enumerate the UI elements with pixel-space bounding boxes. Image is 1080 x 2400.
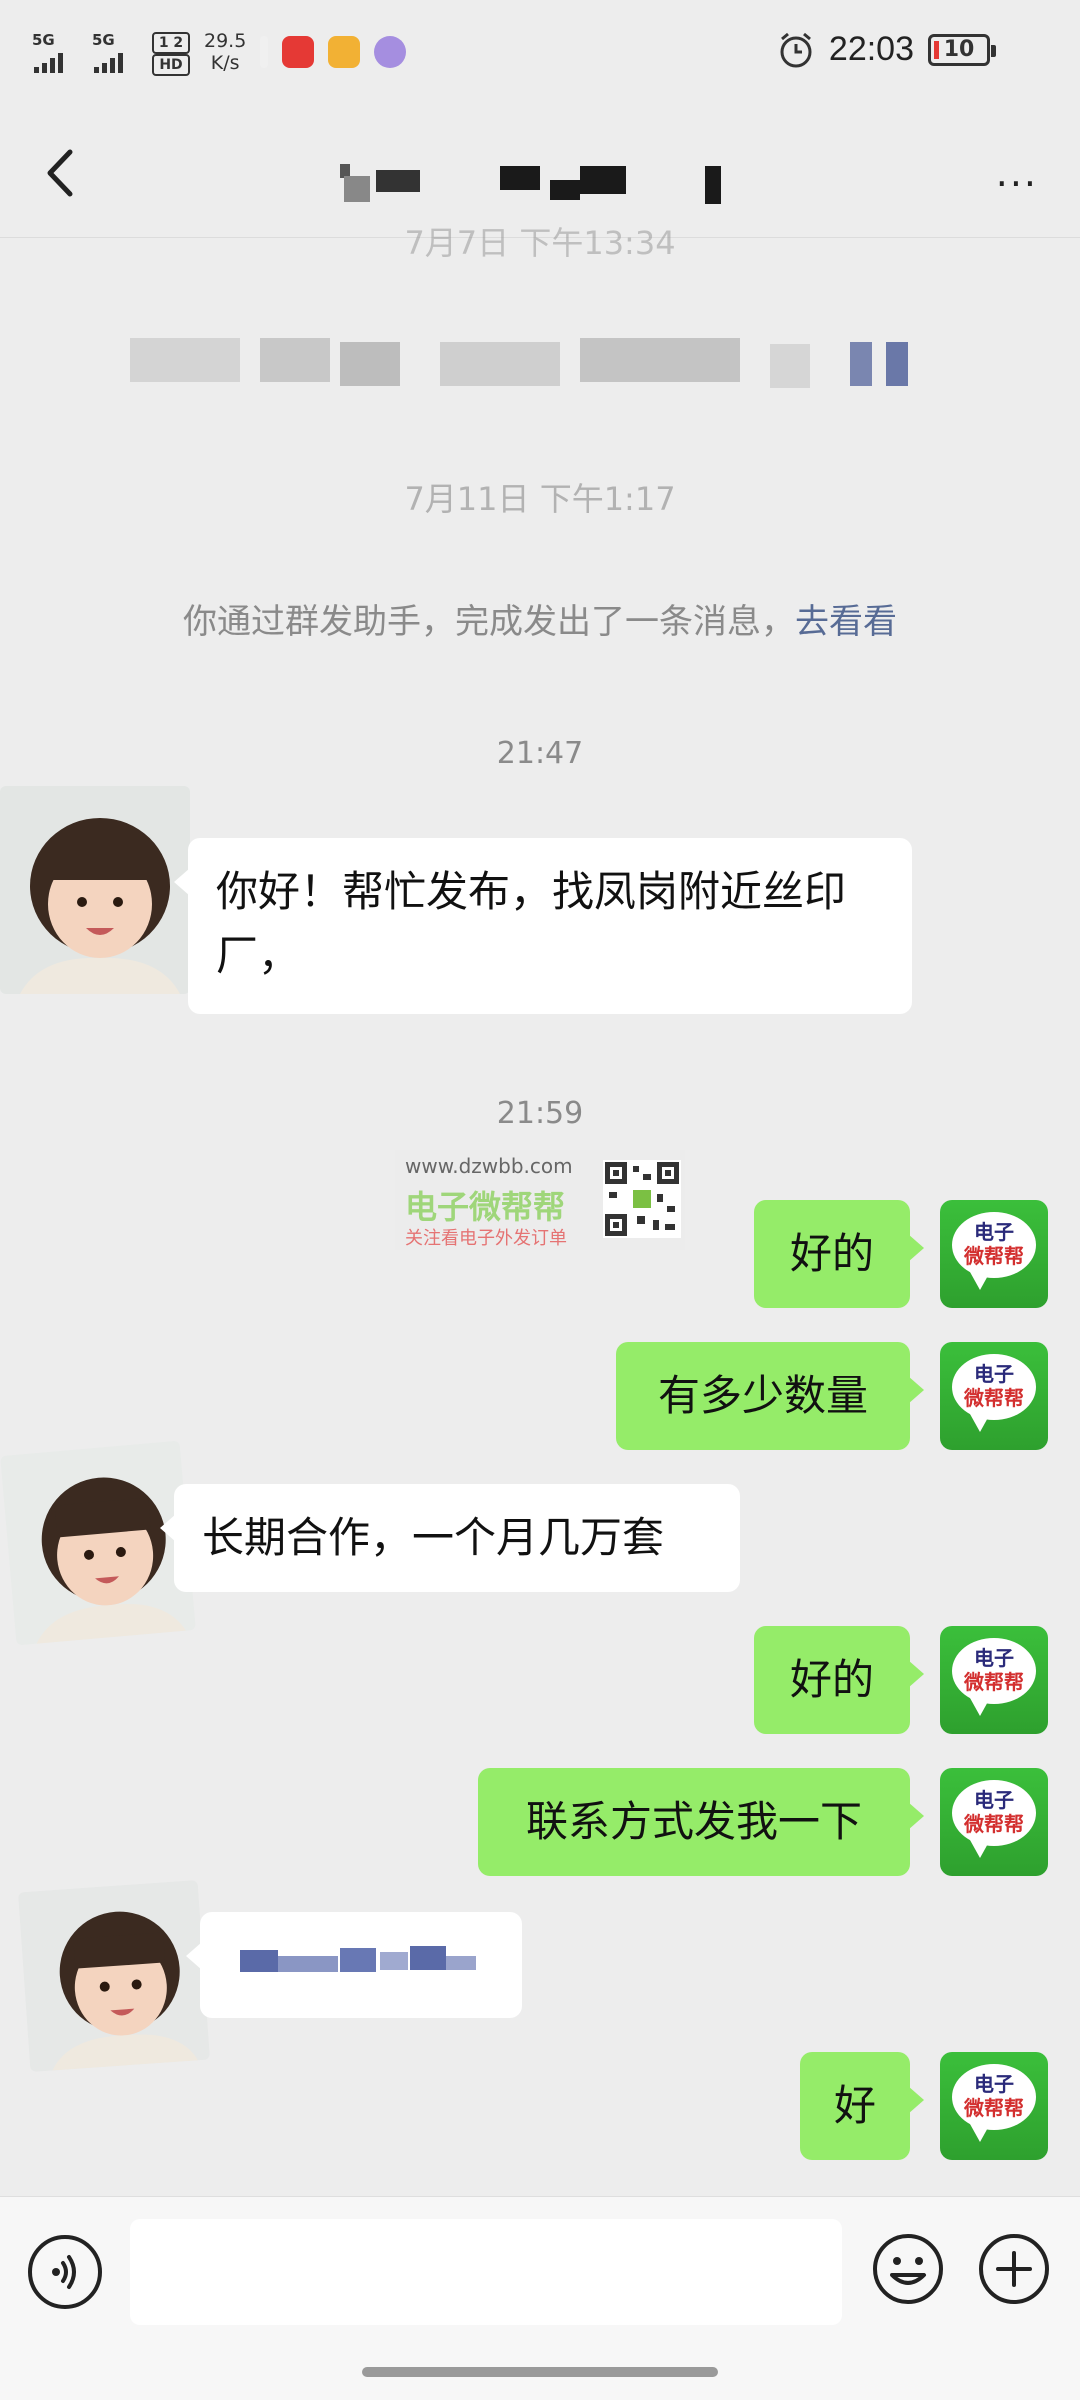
message-bubble-incoming-redacted[interactable] [186,1912,522,2018]
app-notification-icon [328,36,361,68]
contact-avatar[interactable] [17,1879,211,2073]
timestamp: 21:47 [496,736,584,771]
contact-avatar[interactable] [0,786,190,994]
app-notification-icon [374,36,407,68]
history-timestamp: 7月11日 下午1:17 [404,480,676,518]
more-options-button[interactable]: ··· [996,162,1038,206]
message-bubble-outgoing[interactable]: 好的 [754,1626,924,1734]
voice-input-button[interactable] [28,2235,102,2309]
plus-button[interactable] [976,2231,1052,2307]
back-arrow-icon[interactable] [40,146,80,200]
qr-code-icon [603,1160,681,1238]
app-notification-icon [282,36,315,68]
contact-avatar[interactable] [0,1440,196,1646]
timestamp: 21:59 [496,1096,584,1131]
signal-icon: 5G [32,31,78,73]
hd-icon: 1 2 HD [152,32,190,76]
signal-icon: 5G [92,31,138,73]
clock: 22:03 [828,30,914,68]
alarm-icon [780,32,812,67]
message-bubble-outgoing[interactable]: 好的 [754,1200,924,1308]
input-bar [0,2196,1080,2400]
my-avatar[interactable]: 电子 微帮帮 [940,1626,1048,1734]
status-bar: 5G 5G 1 2 HD 29.5 K/s 22:03 10 [0,0,1080,110]
my-avatar[interactable]: 电子 微帮帮 [940,2052,1048,2160]
chat-title-redacted [340,160,730,210]
watermark: www.dzwbb.com 电子微帮帮 关注看电子外发订单 [395,1150,685,1250]
emoji-button[interactable] [870,2231,946,2307]
message-bubble-outgoing[interactable]: 有多少数量 [616,1342,924,1450]
view-link[interactable]: 去看看 [795,602,897,642]
home-indicator[interactable] [362,2367,718,2377]
message-bubble-incoming[interactable]: 长期合作，一个月几万套 [160,1484,740,1592]
message-bubble-outgoing[interactable]: 好 [800,2052,924,2160]
my-avatar[interactable]: 电子 微帮帮 [940,1768,1048,1876]
history-notice: 你通过群发助手，完成发出了一条消息，去看看 [183,602,897,642]
my-avatar[interactable]: 电子 微帮帮 [940,1342,1048,1450]
redacted-number [240,1946,476,1972]
voice-icon [52,2255,76,2289]
message-input[interactable] [130,2219,842,2325]
message-bubble-incoming[interactable]: 你好！帮忙发布，找凤岗附近丝印厂， [174,838,912,1014]
my-avatar[interactable]: 电子 微帮帮 [940,1200,1048,1308]
history-timestamp: 7月7日 下午13:34 [404,224,676,258]
app-notification-icon [260,36,269,68]
network-speed: 29.5 K/s [204,30,247,74]
message-bubble-outgoing[interactable]: 联系方式发我一下 [478,1768,924,1876]
battery-icon: 10 [928,33,996,66]
history-notice-redacted [130,338,950,388]
